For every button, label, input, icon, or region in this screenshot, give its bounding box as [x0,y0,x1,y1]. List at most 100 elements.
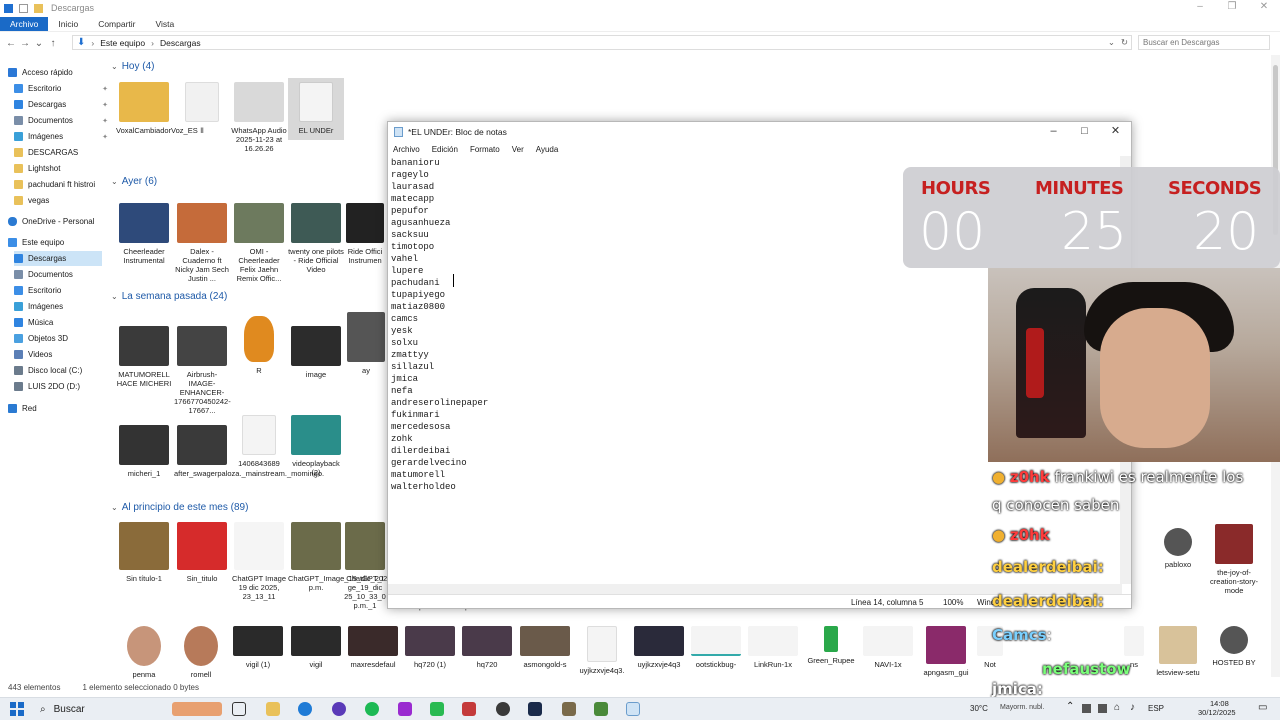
search-input[interactable]: Buscar en Descargas [1138,35,1270,50]
file-tile[interactable]: Sin título-1 [116,522,172,583]
recent-chevron-icon[interactable]: ⌄ [32,38,46,49]
maximize-button[interactable]: □ [1069,122,1100,142]
language-indicator[interactable]: ESP [1148,704,1164,713]
close-button[interactable]: ✕ [1248,0,1280,16]
sidebar-item-imagenes-pinned[interactable]: Imágenes ✦ [14,129,114,144]
file-tile[interactable]: Ride Offici Instrumen [344,203,386,265]
sidebar-item-onedrive[interactable]: OneDrive - Personal [8,214,108,229]
sidebar-item-videos[interactable]: Videos [14,347,114,362]
clock-date[interactable]: 30/12/2025 [1198,708,1236,717]
app-icon[interactable] [398,702,412,716]
forward-arrow-icon[interactable]: → [18,38,32,49]
sidebar-item-escritorio-pc[interactable]: Escritorio [14,283,114,298]
group-header-semana[interactable]: ⌄ La semana pasada (24) [111,291,227,302]
up-arrow-icon[interactable]: ↑ [46,38,60,49]
file-tile[interactable]: Sin_titulo [174,522,230,583]
app-icon[interactable] [462,702,476,716]
breadcrumb-descargas[interactable]: Descargas [160,38,201,48]
sidebar-item-imagenes[interactable]: Imágenes [14,299,114,314]
download-icon[interactable] [4,3,13,13]
breadcrumb-este-equipo[interactable]: Este equipo [100,38,145,48]
file-tile[interactable]: apngasm_gui [918,626,974,677]
close-button[interactable]: ✕ [1100,122,1131,142]
obs-icon[interactable] [496,702,510,716]
minimize-button[interactable]: – [1038,122,1069,142]
sidebar-item-descargas-pinned[interactable]: Descargas ✦ [14,97,114,112]
app-icon[interactable] [430,702,444,716]
sidebar-item-objetos-3d[interactable]: Objetos 3D [14,331,114,346]
menu-ayuda[interactable]: Ayuda [536,145,559,154]
sidebar-item-documentos[interactable]: Documentos [14,267,114,282]
task-view-icon[interactable] [232,702,246,716]
sidebar-item-musica[interactable]: Música [14,315,114,330]
tray-app-icon[interactable] [1082,704,1091,713]
address-dropdown-icon[interactable]: ⌄ [1108,37,1115,48]
tray-app-icon[interactable] [1098,704,1107,713]
file-tile[interactable]: Cheerleader Instrumental [116,203,172,265]
file-tile[interactable]: hq720 (1) [402,626,458,669]
file-tile[interactable]: R [231,316,287,375]
file-explorer-icon[interactable] [266,702,280,716]
file-tile-selected[interactable]: EL UNDEr [288,78,344,140]
group-header-mes[interactable]: ⌄ Al principio de este mes (89) [111,502,248,513]
sidebar-item-red[interactable]: Red [8,401,108,416]
notifications-icon[interactable]: ▭ [1258,702,1267,713]
file-tile[interactable]: asmongold-s [517,626,573,669]
file-tile[interactable]: ChatGPT_I ge_19_dic 25_10_33_0 p.m._1 [344,522,386,610]
sidebar-item-disco-c[interactable]: Disco local (C:) [14,363,114,378]
refresh-icon[interactable]: ↻ [1121,37,1128,48]
steam-icon[interactable] [528,702,542,716]
minimize-button[interactable]: – [1184,0,1216,16]
sidebar-item-acceso-rapido[interactable]: Acceso rápido [8,65,108,80]
sidebar-item-este-equipo[interactable]: Este equipo [8,235,108,250]
file-tile[interactable]: videoplayback (2) [288,415,344,477]
sidebar-item-disco-d[interactable]: LUIS 2DO (D:) [14,379,114,394]
windows-start-icon[interactable] [10,702,24,716]
file-tile[interactable]: uyjkzxvje4q3 [631,626,687,669]
edge-icon[interactable] [298,702,312,716]
address-box[interactable]: ⬇ › Este equipo › Descargas ⌄ ↻ [72,35,1132,50]
notepad-taskbar-icon[interactable] [626,702,640,716]
file-tile[interactable]: ChatGPT Image 19 dic 2025, 23_13_11 [231,522,287,601]
file-tile[interactable]: 1406843689 [231,415,287,468]
app-icon[interactable] [562,702,576,716]
file-tile[interactable]: uyjkzxvje4q3. [574,626,630,675]
file-tile[interactable]: Green_Rupee [803,626,859,665]
file-tile[interactable]: ChatGPT_Image_19_dic_2025_10_53_57 p.m. [288,522,429,592]
group-header-hoy[interactable]: ⌄ Hoy (4) [111,61,155,72]
group-header-ayer[interactable]: ⌄ Ayer (6) [111,176,157,187]
file-tile[interactable]: romell [173,626,229,679]
tab-inicio[interactable]: Inicio [48,17,88,31]
sidebar-item-documentos-pinned[interactable]: Documentos ✦ [14,113,114,128]
file-tile[interactable]: ay [346,312,386,375]
file-tile[interactable]: Dalex - Cuaderno ft Nicky Jam Sech Justi… [174,203,230,283]
file-tile[interactable]: VoxalCambiadorVoz_ES [116,82,198,135]
file-tile[interactable]: ll [174,82,230,135]
menu-formato[interactable]: Formato [470,145,500,154]
menu-archivo[interactable]: Archivo [393,145,420,154]
tab-archivo[interactable]: Archivo [0,16,49,31]
spotify-icon[interactable] [365,702,379,716]
clock-time[interactable]: 14:08 [1210,699,1229,708]
maximize-button[interactable]: ❐ [1216,0,1248,16]
search-highlight-icon[interactable] [172,702,222,716]
back-arrow-icon[interactable]: ← [4,38,18,49]
sidebar-item-lightshot[interactable]: Lightshot [14,161,114,176]
weather-temp[interactable]: 30°C [970,704,988,713]
tab-vista[interactable]: Vista [146,17,185,31]
file-tile[interactable]: after_swagerpaloza._mainstream._momingo. [174,425,324,478]
sidebar-item-vegas[interactable]: vegas [14,193,114,208]
file-tile[interactable]: MATUMORELL HACE MICHERI [116,326,172,388]
sidebar-item-descargas[interactable]: Descargas [14,251,102,266]
file-tile[interactable]: vigil (1) [230,626,286,669]
properties-icon[interactable] [19,3,28,13]
file-tile[interactable]: twenty one pilots - Ride Official Video [288,203,344,274]
sidebar-item-pachudani[interactable]: pachudani ft histroi [14,177,108,192]
file-tile[interactable]: micheri_1 [116,425,172,478]
file-tile[interactable]: image [288,326,344,379]
folder-icon[interactable] [34,3,43,13]
file-tile[interactable]: vigil [288,626,344,669]
firefox-icon[interactable] [332,702,346,716]
file-tile[interactable]: hq720 [459,626,515,669]
menu-ver[interactable]: Ver [512,145,524,154]
